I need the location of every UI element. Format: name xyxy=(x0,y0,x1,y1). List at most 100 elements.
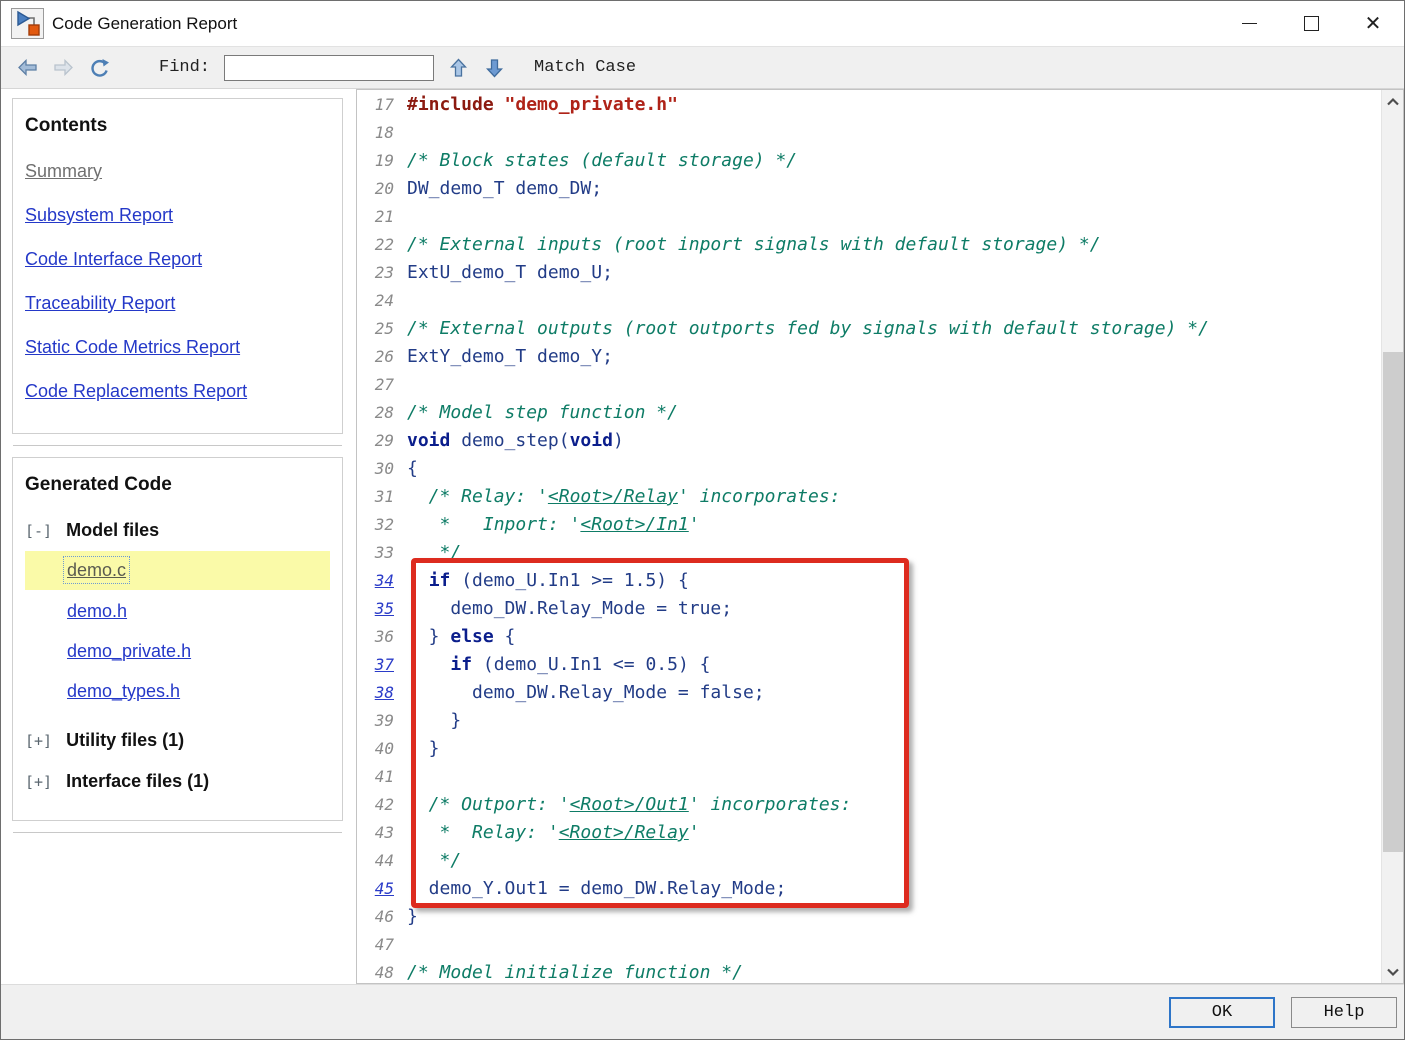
code-segment: demo_DW.Relay_Mode = true; xyxy=(407,598,733,619)
code-segment: { xyxy=(407,458,418,479)
contents-link-subsystem-report[interactable]: Subsystem Report xyxy=(25,205,173,225)
code-segment: ' incorporates: xyxy=(677,486,841,507)
contents-item: Traceability Report xyxy=(25,293,330,314)
window-title: Code Generation Report xyxy=(52,13,238,33)
code-segment: "demo_private.h" xyxy=(504,94,678,115)
file-row: demo.c xyxy=(25,551,330,590)
contents-link-static-code-metrics-report[interactable]: Static Code Metrics Report xyxy=(25,337,240,357)
scroll-up-button[interactable] xyxy=(1382,90,1403,112)
code-line-26: 26 ExtY_demo_T demo_Y; xyxy=(357,343,1380,371)
line-number: 19 xyxy=(374,151,394,170)
vertical-scrollbar[interactable] xyxy=(1381,90,1403,983)
code-text: } xyxy=(407,735,440,763)
file-group-utility-files-1: [+] Utility files (1) xyxy=(25,730,330,751)
code-text: ExtU_demo_T demo_U; xyxy=(407,259,613,287)
back-button[interactable] xyxy=(9,51,45,85)
find-input[interactable] xyxy=(224,54,435,81)
code-segment: /* Model initialize function */ xyxy=(407,962,743,983)
file-link-demo-private-h[interactable]: demo_private.h xyxy=(67,641,191,661)
line-number: 44 xyxy=(374,851,394,870)
line-number: 39 xyxy=(374,711,394,730)
toolbar: Find: Match Case xyxy=(1,46,1404,89)
file-link-demo-c[interactable]: demo.c xyxy=(62,556,131,584)
minimize-button[interactable] xyxy=(1218,1,1280,46)
contents-link-code-interface-report[interactable]: Code Interface Report xyxy=(25,249,202,269)
code-line-38: 38 demo_DW.Relay_Mode = false; xyxy=(357,679,1380,707)
line-number: 48 xyxy=(374,963,394,982)
line-number: 41 xyxy=(374,767,394,786)
code-text: demo_DW.Relay_Mode = true; xyxy=(407,595,732,623)
code-panel: 17 #include "demo_private.h" 18 19 /* Block … xyxy=(356,89,1404,984)
line-number-link[interactable]: 35 xyxy=(357,595,394,623)
code-line-28: 28 /* Model step function */ xyxy=(357,399,1380,427)
line-number-link[interactable]: 38 xyxy=(357,679,394,707)
line-number-link[interactable]: 34 xyxy=(357,567,394,595)
traceability-link[interactable]: <Root>/Out1 xyxy=(570,794,689,815)
generated-code-tree: [-] Model files demo.c demo.h demo_private.h… xyxy=(25,520,330,792)
file-group-model-files: [-] Model files demo.c demo.h demo_private.h… xyxy=(25,520,330,710)
code-line-32: 32 * Inport: '<Root>/In1' xyxy=(357,511,1380,539)
file-group-interface-files-1: [+] Interface files (1) xyxy=(25,771,330,792)
contents-link-summary[interactable]: Summary xyxy=(25,161,102,181)
line-number: 40 xyxy=(374,739,394,758)
scroll-down-button[interactable] xyxy=(1382,961,1403,983)
ok-button[interactable]: OK xyxy=(1169,996,1275,1028)
expand-icon[interactable]: [+] xyxy=(25,773,52,791)
code-line-42: 42 /* Outport: '<Root>/Out1' incorporate… xyxy=(357,791,1380,819)
code-text: /* Outport: '<Root>/Out1' incorporates: xyxy=(407,791,852,819)
line-number: 28 xyxy=(374,403,394,422)
code-text: /* Block states (default storage) */ xyxy=(407,147,797,175)
code-segment: */ xyxy=(407,850,462,871)
maximize-button[interactable] xyxy=(1280,1,1342,46)
scrollbar-thumb[interactable] xyxy=(1383,352,1403,852)
find-next-button[interactable] xyxy=(476,51,512,85)
code-segment: demo_Y.Out1 = demo_DW.Relay_Mode; xyxy=(407,878,787,899)
code-line-46: 46} xyxy=(357,903,1380,931)
code-line-40: 40 } xyxy=(357,735,1380,763)
collapse-icon[interactable]: [-] xyxy=(25,522,52,540)
code-segment: if xyxy=(428,570,451,591)
traceability-link[interactable]: <Root>/Relay xyxy=(559,822,689,843)
file-group-header: [+] Utility files (1) xyxy=(25,730,330,751)
code-line-37: 37 if (demo_U.In1 <= 0.5) { xyxy=(357,651,1380,679)
code-generation-report-window: Code Generation Report ✕ Find: Match Cas… xyxy=(0,0,1405,1040)
expand-icon[interactable]: [+] xyxy=(25,732,52,750)
code-text: */ xyxy=(407,539,462,567)
code-segment: (demo_U.In1 <= 0.5) { xyxy=(472,654,711,675)
code-line-23: 23 ExtU_demo_T demo_U; xyxy=(357,259,1380,287)
help-button[interactable]: Help xyxy=(1291,996,1397,1028)
code-text: */ xyxy=(407,847,462,875)
traceability-link[interactable]: <Root>/Relay xyxy=(548,486,678,507)
refresh-button[interactable] xyxy=(81,51,117,85)
traceability-link[interactable]: <Root>/In1 xyxy=(580,514,688,535)
up-arrow-icon xyxy=(449,58,467,77)
line-number: 42 xyxy=(374,795,394,814)
contents-list: Summary Subsystem Report Code Interface Re… xyxy=(25,161,330,402)
line-number-link[interactable]: 45 xyxy=(357,875,394,903)
line-number-link[interactable]: 37 xyxy=(357,651,394,679)
code-line-43: 43 * Relay: '<Root>/Relay' xyxy=(357,819,1380,847)
refresh-icon xyxy=(91,58,109,77)
sidebar-divider xyxy=(13,445,342,446)
contents-link-code-replacements-report[interactable]: Code Replacements Report xyxy=(25,381,247,401)
simulink-report-icon xyxy=(11,8,44,39)
code-line-45: 45 demo_Y.Out1 = demo_DW.Relay_Mode; xyxy=(357,875,1380,903)
code-line-21: 21 xyxy=(357,203,1380,231)
close-button[interactable]: ✕ xyxy=(1342,1,1404,46)
code-line-47: 47 xyxy=(357,931,1380,959)
match-case-option[interactable]: Match Case xyxy=(534,58,636,77)
line-number: 20 xyxy=(374,179,394,198)
code-line-22: 22 /* External inputs (root inport signal… xyxy=(357,231,1380,259)
line-number: 22 xyxy=(374,235,394,254)
contents-link-traceability-report[interactable]: Traceability Report xyxy=(25,293,175,313)
file-link-demo-types-h[interactable]: demo_types.h xyxy=(67,681,180,701)
code-line-24: 24 xyxy=(357,287,1380,315)
forward-button[interactable] xyxy=(45,51,81,85)
code-segment: /* Outport: ' xyxy=(407,794,570,815)
code-text: /* External outputs (root outports fed b… xyxy=(407,315,1209,343)
file-link-demo-h[interactable]: demo.h xyxy=(67,601,127,621)
contents-item: Code Replacements Report xyxy=(25,381,330,402)
code-text: /* Model initialize function */ xyxy=(407,959,743,983)
find-previous-button[interactable] xyxy=(440,51,476,85)
